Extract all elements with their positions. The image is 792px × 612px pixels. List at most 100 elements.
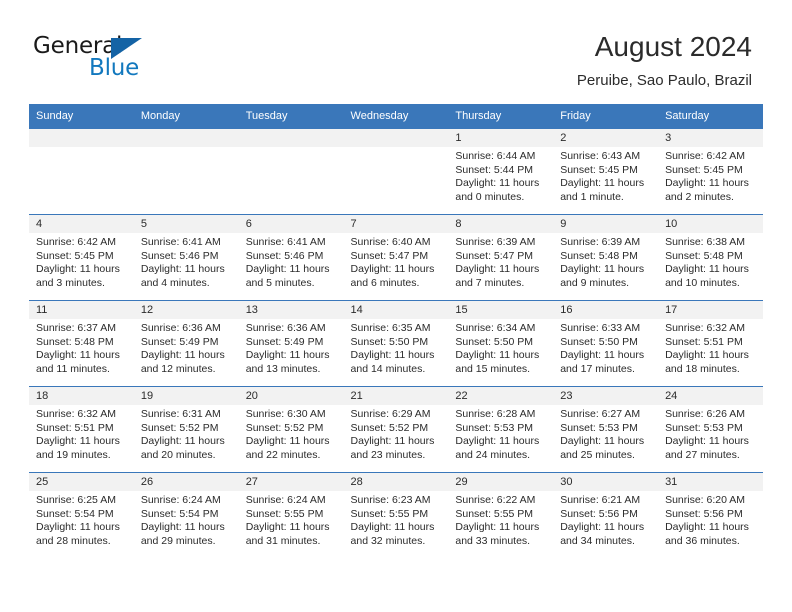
calendar-day-cell[interactable]: 23 Sunrise: 6:27 AM Sunset: 5:53 PM Dayligh… [553, 386, 659, 473]
daylight-duration-line1: Daylight: 11 hours [455, 263, 540, 276]
day-detail-lines: Sunrise: 6:26 AM Sunset: 5:53 PM Daylight:… [658, 405, 763, 462]
sunset-time: Sunset: 5:48 PM [560, 249, 638, 262]
day-cell-content [343, 129, 449, 214]
calendar-day-cell[interactable]: 28 Sunrise: 6:23 AM Sunset: 5:55 PM Dayligh… [343, 472, 449, 558]
calendar-day-cell[interactable]: 2 Sunrise: 6:43 AM Sunset: 5:45 PM Daylight… [553, 128, 659, 215]
day-number: 29 [448, 473, 554, 491]
daylight-duration-line2: and 32 minutes. [350, 534, 426, 547]
day-cell-content: 27 Sunrise: 6:24 AM Sunset: 5:55 PM Dayligh… [238, 473, 344, 558]
calendar-day-cell[interactable]: 5 Sunrise: 6:41 AM Sunset: 5:46 PM Daylight… [133, 214, 239, 301]
sunrise-time: Sunrise: 6:22 AM [455, 494, 536, 506]
calendar-day-cell[interactable]: 30 Sunrise: 6:21 AM Sunset: 5:56 PM Dayligh… [553, 472, 659, 558]
daylight-duration-line2: and 4 minutes. [140, 276, 210, 289]
calendar-day-cell[interactable]: 3 Sunrise: 6:42 AM Sunset: 5:45 PM Daylight… [658, 128, 763, 215]
calendar-day-cell[interactable]: 16 Sunrise: 6:33 AM Sunset: 5:50 PM Dayligh… [553, 300, 659, 387]
calendar-day-cell[interactable]: 13 Sunrise: 6:36 AM Sunset: 5:49 PM Dayligh… [238, 300, 344, 387]
daylight-duration-line1: Daylight: 11 hours [665, 349, 749, 362]
calendar-day-cell[interactable]: 26 Sunrise: 6:24 AM Sunset: 5:54 PM Dayligh… [133, 472, 239, 558]
logo-text-blue: Blue [89, 55, 140, 81]
sunset-time: Sunset: 5:50 PM [455, 335, 534, 348]
calendar-day-cell[interactable] [238, 128, 344, 215]
calendar-week-row: 11 Sunrise: 6:37 AM Sunset: 5:48 PM Dayligh… [29, 300, 763, 387]
calendar-day-cell[interactable]: 29 Sunrise: 6:22 AM Sunset: 5:55 PM Dayligh… [448, 472, 554, 558]
weekday-header-saturday: Saturday [658, 104, 763, 129]
day-number [343, 129, 449, 147]
daylight-duration-line1: Daylight: 11 hours [455, 521, 540, 534]
calendar-day-cell[interactable]: 21 Sunrise: 6:29 AM Sunset: 5:52 PM Dayligh… [343, 386, 449, 473]
daylight-duration-line2: and 11 minutes. [36, 362, 110, 375]
calendar-day-cell[interactable]: 27 Sunrise: 6:24 AM Sunset: 5:55 PM Dayligh… [238, 472, 344, 558]
calendar-day-cell[interactable]: 6 Sunrise: 6:41 AM Sunset: 5:46 PM Daylight… [238, 214, 344, 301]
day-cell-content: 31 Sunrise: 6:20 AM Sunset: 5:56 PM Dayligh… [658, 473, 763, 558]
day-detail-lines: Sunrise: 6:29 AM Sunset: 5:52 PM Daylight:… [344, 405, 449, 462]
daylight-duration-line1: Daylight: 11 hours [560, 177, 645, 190]
calendar-day-cell[interactable]: 31 Sunrise: 6:20 AM Sunset: 5:56 PM Dayligh… [658, 472, 763, 558]
weekday-header-tuesday: Tuesday [238, 104, 344, 129]
calendar-day-cell[interactable] [133, 128, 239, 215]
day-number: 21 [343, 387, 449, 405]
calendar-day-cell[interactable]: 7 Sunrise: 6:40 AM Sunset: 5:47 PM Daylight… [343, 214, 449, 301]
calendar-day-cell[interactable]: 12 Sunrise: 6:36 AM Sunset: 5:49 PM Dayligh… [133, 300, 239, 387]
weekday-header-monday: Monday [133, 104, 239, 129]
daylight-duration-line2: and 27 minutes. [665, 448, 740, 461]
calendar-day-cell[interactable]: 14 Sunrise: 6:35 AM Sunset: 5:50 PM Dayligh… [343, 300, 449, 387]
daylight-duration-line2: and 25 minutes. [560, 448, 635, 461]
calendar-day-cell[interactable]: 19 Sunrise: 6:31 AM Sunset: 5:52 PM Dayligh… [133, 386, 239, 473]
calendar-day-cell[interactable]: 18 Sunrise: 6:32 AM Sunset: 5:51 PM Dayligh… [29, 386, 134, 473]
day-detail-lines: Sunrise: 6:42 AM Sunset: 5:45 PM Daylight:… [658, 147, 763, 204]
sunrise-time: Sunrise: 6:39 AM [455, 236, 536, 248]
day-cell-content: 20 Sunrise: 6:30 AM Sunset: 5:52 PM Dayligh… [238, 387, 344, 472]
day-number: 4 [29, 215, 134, 233]
calendar-day-cell[interactable]: 20 Sunrise: 6:30 AM Sunset: 5:52 PM Dayligh… [238, 386, 344, 473]
daylight-duration-line1: Daylight: 11 hours [665, 263, 749, 276]
daylight-duration-line1: Daylight: 11 hours [245, 349, 330, 362]
sunset-time: Sunset: 5:53 PM [560, 421, 638, 434]
calendar-day-cell[interactable]: 15 Sunrise: 6:34 AM Sunset: 5:50 PM Dayligh… [448, 300, 554, 387]
day-cell-content: 18 Sunrise: 6:32 AM Sunset: 5:51 PM Dayligh… [29, 387, 134, 472]
calendar-day-cell[interactable]: 10 Sunrise: 6:38 AM Sunset: 5:48 PM Dayligh… [658, 214, 763, 301]
calendar-day-cell[interactable]: 1 Sunrise: 6:44 AM Sunset: 5:44 PM Daylight… [448, 128, 554, 215]
sunrise-time: Sunrise: 6:27 AM [560, 408, 641, 420]
day-detail-lines: Sunrise: 6:37 AM Sunset: 5:48 PM Daylight:… [29, 319, 134, 376]
sunset-time: Sunset: 5:44 PM [455, 163, 534, 176]
sunset-time: Sunset: 5:55 PM [455, 507, 534, 520]
day-number: 31 [658, 473, 763, 491]
day-detail-lines: Sunrise: 6:31 AM Sunset: 5:52 PM Daylight:… [134, 405, 239, 462]
calendar-day-cell[interactable] [343, 128, 449, 215]
daylight-duration-line1: Daylight: 11 hours [455, 177, 540, 190]
calendar-day-cell[interactable]: 17 Sunrise: 6:32 AM Sunset: 5:51 PM Dayligh… [658, 300, 763, 387]
daylight-duration-line1: Daylight: 11 hours [140, 521, 225, 534]
daylight-duration-line2: and 5 minutes. [245, 276, 315, 289]
weekday-header-sunday: Sunday [29, 104, 134, 129]
calendar-day-cell[interactable]: 8 Sunrise: 6:39 AM Sunset: 5:47 PM Daylight… [448, 214, 554, 301]
calendar-day-cell[interactable]: 25 Sunrise: 6:25 AM Sunset: 5:54 PM Dayligh… [29, 472, 134, 558]
day-detail-lines: Sunrise: 6:41 AM Sunset: 5:46 PM Daylight:… [134, 233, 239, 290]
day-number: 30 [553, 473, 659, 491]
generalblue-logo[interactable]: General Blue [33, 33, 233, 87]
day-number: 7 [343, 215, 449, 233]
day-number: 14 [343, 301, 449, 319]
day-number: 23 [553, 387, 659, 405]
calendar-day-cell[interactable]: 4 Sunrise: 6:42 AM Sunset: 5:45 PM Daylight… [29, 214, 134, 301]
daylight-duration-line1: Daylight: 11 hours [36, 521, 120, 534]
sunset-time: Sunset: 5:54 PM [36, 507, 114, 520]
calendar-day-cell[interactable]: 22 Sunrise: 6:28 AM Sunset: 5:53 PM Dayligh… [448, 386, 554, 473]
calendar-day-cell[interactable]: 24 Sunrise: 6:26 AM Sunset: 5:53 PM Dayligh… [658, 386, 763, 473]
daylight-duration-line2: and 10 minutes. [665, 276, 740, 289]
day-cell-content: 9 Sunrise: 6:39 AM Sunset: 5:48 PM Daylight… [553, 215, 659, 300]
calendar-day-cell[interactable]: 9 Sunrise: 6:39 AM Sunset: 5:48 PM Daylight… [553, 214, 659, 301]
daylight-duration-line2: and 31 minutes. [245, 534, 321, 547]
daylight-duration-line2: and 14 minutes. [350, 362, 426, 375]
day-cell-content [238, 129, 344, 214]
calendar-day-cell[interactable]: 11 Sunrise: 6:37 AM Sunset: 5:48 PM Dayligh… [29, 300, 134, 387]
daylight-duration-line1: Daylight: 11 hours [350, 435, 435, 448]
sunrise-time: Sunrise: 6:34 AM [455, 322, 536, 334]
day-cell-content: 22 Sunrise: 6:28 AM Sunset: 5:53 PM Dayligh… [448, 387, 554, 472]
day-detail-lines: Sunrise: 6:30 AM Sunset: 5:52 PM Daylight:… [239, 405, 344, 462]
calendar-day-cell[interactable] [29, 128, 134, 215]
daylight-duration-line1: Daylight: 11 hours [36, 349, 120, 362]
sunrise-time: Sunrise: 6:44 AM [455, 150, 536, 162]
daylight-duration-line1: Daylight: 11 hours [665, 521, 749, 534]
sunset-time: Sunset: 5:53 PM [455, 421, 534, 434]
daylight-duration-line2: and 13 minutes. [245, 362, 321, 375]
